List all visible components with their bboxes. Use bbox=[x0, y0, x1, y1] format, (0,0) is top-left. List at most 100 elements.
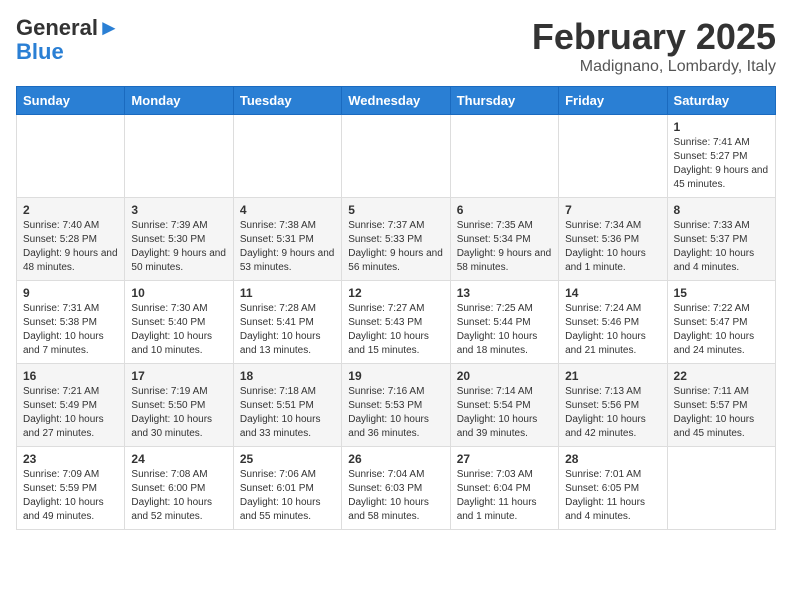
day-number: 17 bbox=[131, 369, 226, 383]
day-number: 10 bbox=[131, 286, 226, 300]
day-number: 18 bbox=[240, 369, 335, 383]
calendar-cell: 5 Sunrise: 7:37 AM Sunset: 5:33 PM Daylig… bbox=[342, 198, 450, 281]
calendar-week-row: 23 Sunrise: 7:09 AM Sunset: 5:59 PM Dayli… bbox=[17, 447, 776, 530]
calendar-cell bbox=[450, 115, 558, 198]
calendar-cell bbox=[17, 115, 125, 198]
calendar-cell: 4 Sunrise: 7:38 AM Sunset: 5:31 PM Daylig… bbox=[233, 198, 341, 281]
day-info: Sunrise: 7:11 AM Sunset: 5:57 PM Dayligh… bbox=[674, 385, 769, 441]
day-info: Sunrise: 7:38 AM Sunset: 5:31 PM Dayligh… bbox=[240, 219, 335, 275]
day-info: Sunrise: 7:40 AM Sunset: 5:28 PM Dayligh… bbox=[23, 219, 118, 275]
calendar-cell: 2 Sunrise: 7:40 AM Sunset: 5:28 PM Daylig… bbox=[17, 198, 125, 281]
day-number: 19 bbox=[348, 369, 443, 383]
day-info: Sunrise: 7:37 AM Sunset: 5:33 PM Dayligh… bbox=[348, 219, 443, 275]
day-info: Sunrise: 7:21 AM Sunset: 5:49 PM Dayligh… bbox=[23, 385, 118, 441]
calendar-cell: 22 Sunrise: 7:11 AM Sunset: 5:57 PM Dayli… bbox=[667, 364, 775, 447]
day-number: 23 bbox=[23, 452, 118, 466]
calendar-cell bbox=[559, 115, 667, 198]
calendar-cell: 18 Sunrise: 7:18 AM Sunset: 5:51 PM Dayli… bbox=[233, 364, 341, 447]
day-info: Sunrise: 7:25 AM Sunset: 5:44 PM Dayligh… bbox=[457, 302, 552, 358]
day-number: 20 bbox=[457, 369, 552, 383]
calendar-cell: 8 Sunrise: 7:33 AM Sunset: 5:37 PM Daylig… bbox=[667, 198, 775, 281]
calendar-cell: 24 Sunrise: 7:08 AM Sunset: 6:00 PM Dayli… bbox=[125, 447, 233, 530]
day-number: 9 bbox=[23, 286, 118, 300]
calendar-cell: 1 Sunrise: 7:41 AM Sunset: 5:27 PM Daylig… bbox=[667, 115, 775, 198]
day-info: Sunrise: 7:18 AM Sunset: 5:51 PM Dayligh… bbox=[240, 385, 335, 441]
calendar-week-row: 16Sunrise: 7:21 AM Sunset: 5:49 PM Dayli… bbox=[17, 364, 776, 447]
weekday-header-sunday: Sunday bbox=[17, 87, 125, 115]
calendar-cell: 14 Sunrise: 7:24 AM Sunset: 5:46 PM Dayli… bbox=[559, 281, 667, 364]
day-number: 27 bbox=[457, 452, 552, 466]
calendar-cell: 20 Sunrise: 7:14 AM Sunset: 5:54 PM Dayli… bbox=[450, 364, 558, 447]
calendar-cell: 10 Sunrise: 7:30 AM Sunset: 5:40 PM Dayli… bbox=[125, 281, 233, 364]
day-info: Sunrise: 7:27 AM Sunset: 5:43 PM Dayligh… bbox=[348, 302, 443, 358]
month-title: February 2025 bbox=[532, 16, 776, 58]
day-number: 4 bbox=[240, 203, 335, 217]
calendar-cell: 28Sunrise: 7:01 AM Sunset: 6:05 PM Dayli… bbox=[559, 447, 667, 530]
day-number: 25 bbox=[240, 452, 335, 466]
day-info: Sunrise: 7:24 AM Sunset: 5:46 PM Dayligh… bbox=[565, 302, 660, 358]
day-info: Sunrise: 7:13 AM Sunset: 5:56 PM Dayligh… bbox=[565, 385, 660, 441]
calendar-cell: 26 Sunrise: 7:04 AM Sunset: 6:03 PM Dayli… bbox=[342, 447, 450, 530]
calendar-cell: 17 Sunrise: 7:19 AM Sunset: 5:50 PM Dayli… bbox=[125, 364, 233, 447]
logo-text: General► Blue bbox=[16, 16, 120, 64]
calendar-cell: 12 Sunrise: 7:27 AM Sunset: 5:43 PM Dayli… bbox=[342, 281, 450, 364]
calendar-cell: 11 Sunrise: 7:28 AM Sunset: 5:41 PM Dayli… bbox=[233, 281, 341, 364]
day-info: Sunrise: 7:09 AM Sunset: 5:59 PM Dayligh… bbox=[23, 468, 118, 524]
day-info: Sunrise: 7:06 AM Sunset: 6:01 PM Dayligh… bbox=[240, 468, 335, 524]
calendar-title-block: February 2025 Madignano, Lombardy, Italy bbox=[532, 16, 776, 76]
day-number: 7 bbox=[565, 203, 660, 217]
day-info: Sunrise: 7:41 AM Sunset: 5:27 PM Dayligh… bbox=[674, 136, 769, 192]
day-number: 14 bbox=[565, 286, 660, 300]
weekday-header-row: SundayMondayTuesdayWednesdayThursdayFrid… bbox=[17, 87, 776, 115]
day-info: Sunrise: 7:08 AM Sunset: 6:00 PM Dayligh… bbox=[131, 468, 226, 524]
weekday-header-wednesday: Wednesday bbox=[342, 87, 450, 115]
day-number: 24 bbox=[131, 452, 226, 466]
day-info: Sunrise: 7:19 AM Sunset: 5:50 PM Dayligh… bbox=[131, 385, 226, 441]
calendar-week-row: 9 Sunrise: 7:31 AM Sunset: 5:38 PM Daylig… bbox=[17, 281, 776, 364]
weekday-header-monday: Monday bbox=[125, 87, 233, 115]
calendar-cell: 21 Sunrise: 7:13 AM Sunset: 5:56 PM Dayli… bbox=[559, 364, 667, 447]
day-number: 26 bbox=[348, 452, 443, 466]
day-number: 22 bbox=[674, 369, 769, 383]
calendar-cell bbox=[342, 115, 450, 198]
day-number: 13 bbox=[457, 286, 552, 300]
calendar-cell: 3Sunrise: 7:39 AM Sunset: 5:30 PM Daylig… bbox=[125, 198, 233, 281]
calendar-cell: 25 Sunrise: 7:06 AM Sunset: 6:01 PM Dayli… bbox=[233, 447, 341, 530]
weekday-header-friday: Friday bbox=[559, 87, 667, 115]
weekday-header-tuesday: Tuesday bbox=[233, 87, 341, 115]
calendar-cell: 6Sunrise: 7:35 AM Sunset: 5:34 PM Daylig… bbox=[450, 198, 558, 281]
day-number: 15 bbox=[674, 286, 769, 300]
day-number: 21 bbox=[565, 369, 660, 383]
logo: General► Blue bbox=[16, 16, 120, 64]
day-info: Sunrise: 7:14 AM Sunset: 5:54 PM Dayligh… bbox=[457, 385, 552, 441]
calendar-week-row: 1 Sunrise: 7:41 AM Sunset: 5:27 PM Daylig… bbox=[17, 115, 776, 198]
page-header: General► Blue February 2025 Madignano, L… bbox=[16, 16, 776, 76]
day-number: 11 bbox=[240, 286, 335, 300]
calendar-cell: 23 Sunrise: 7:09 AM Sunset: 5:59 PM Dayli… bbox=[17, 447, 125, 530]
calendar-cell: 9 Sunrise: 7:31 AM Sunset: 5:38 PM Daylig… bbox=[17, 281, 125, 364]
weekday-header-thursday: Thursday bbox=[450, 87, 558, 115]
calendar-week-row: 2 Sunrise: 7:40 AM Sunset: 5:28 PM Daylig… bbox=[17, 198, 776, 281]
day-number: 5 bbox=[348, 203, 443, 217]
day-info: Sunrise: 7:16 AM Sunset: 5:53 PM Dayligh… bbox=[348, 385, 443, 441]
calendar-cell: 27 Sunrise: 7:03 AM Sunset: 6:04 PM Dayli… bbox=[450, 447, 558, 530]
day-number: 2 bbox=[23, 203, 118, 217]
calendar-cell: 19 Sunrise: 7:16 AM Sunset: 5:53 PM Dayli… bbox=[342, 364, 450, 447]
day-number: 12 bbox=[348, 286, 443, 300]
location-title: Madignano, Lombardy, Italy bbox=[532, 58, 776, 76]
day-info: Sunrise: 7:28 AM Sunset: 5:41 PM Dayligh… bbox=[240, 302, 335, 358]
calendar-cell bbox=[125, 115, 233, 198]
day-info: Sunrise: 7:34 AM Sunset: 5:36 PM Dayligh… bbox=[565, 219, 660, 275]
day-info: Sunrise: 7:04 AM Sunset: 6:03 PM Dayligh… bbox=[348, 468, 443, 524]
day-info: Sunrise: 7:39 AM Sunset: 5:30 PM Dayligh… bbox=[131, 219, 226, 275]
calendar-table: SundayMondayTuesdayWednesdayThursdayFrid… bbox=[16, 86, 776, 530]
day-number: 1 bbox=[674, 120, 769, 134]
day-number: 6 bbox=[457, 203, 552, 217]
day-number: 28 bbox=[565, 452, 660, 466]
day-info: Sunrise: 7:31 AM Sunset: 5:38 PM Dayligh… bbox=[23, 302, 118, 358]
day-info: Sunrise: 7:30 AM Sunset: 5:40 PM Dayligh… bbox=[131, 302, 226, 358]
day-number: 8 bbox=[674, 203, 769, 217]
calendar-cell: 16Sunrise: 7:21 AM Sunset: 5:49 PM Dayli… bbox=[17, 364, 125, 447]
day-info: Sunrise: 7:33 AM Sunset: 5:37 PM Dayligh… bbox=[674, 219, 769, 275]
day-info: Sunrise: 7:03 AM Sunset: 6:04 PM Dayligh… bbox=[457, 468, 552, 524]
